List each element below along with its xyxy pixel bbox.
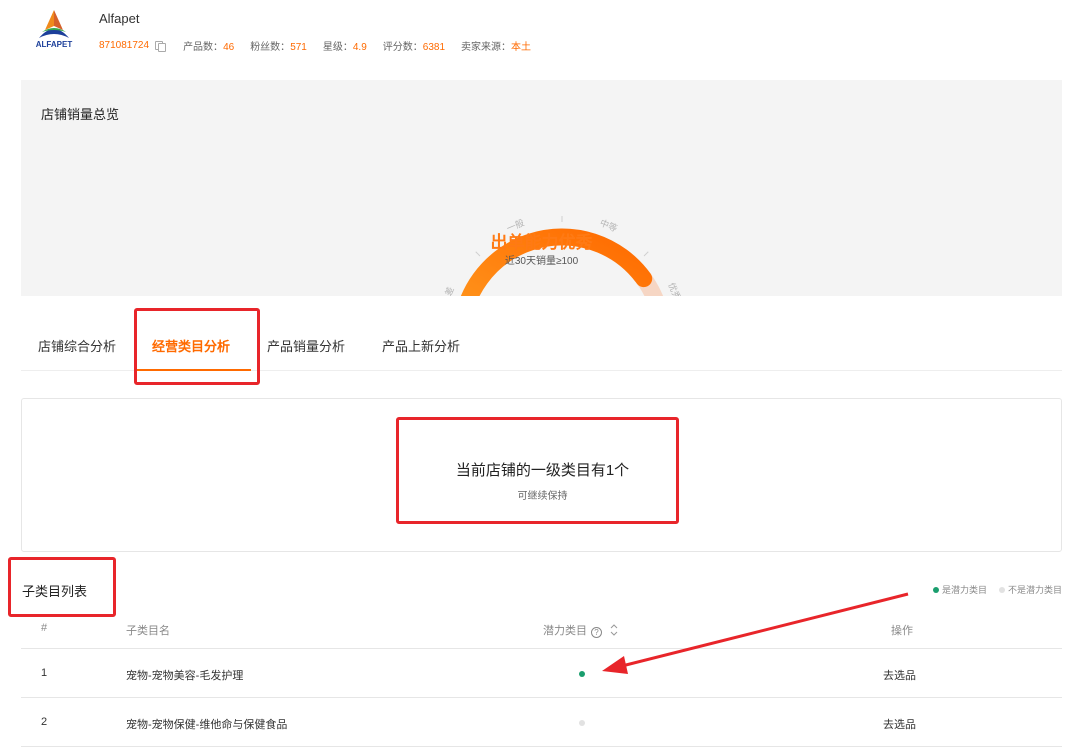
table-row: 1 宠物-宠物美容-毛发护理 去选品 bbox=[21, 649, 1062, 698]
potential-dot bbox=[579, 720, 585, 726]
stat-rating: 星级：4.9 bbox=[322, 42, 367, 53]
store-id: 871081724 bbox=[99, 40, 150, 51]
col-name: 子类目名 bbox=[126, 625, 170, 637]
subcategory-table: # 子类目名 潜力类目? 操作 1 宠物-宠物美容-毛发护理 去选品 2 宠物-… bbox=[21, 612, 1062, 747]
row-index: 2 bbox=[41, 716, 48, 728]
summary-sub-text: 可继续保持 bbox=[517, 491, 568, 502]
gauge-result: 出单能力优秀 bbox=[490, 233, 593, 252]
stat-followers: 粉丝数：571 bbox=[250, 42, 307, 53]
col-potential[interactable]: 潜力类目? bbox=[543, 622, 618, 639]
legend-dot-potential bbox=[932, 586, 939, 593]
active-tab-underline bbox=[137, 369, 251, 371]
gauge-segment-label: 差 bbox=[442, 285, 456, 296]
potential-dot bbox=[579, 671, 585, 677]
category-summary-card: 当前店铺的一级类目有1个 可继续保持 bbox=[21, 398, 1062, 552]
tab-store-overall[interactable]: 店铺综合分析 bbox=[38, 336, 116, 355]
potential-legend: 是潜力类目 不是潜力类目 bbox=[921, 583, 1062, 596]
tab-product-new[interactable]: 产品上新分析 bbox=[382, 336, 460, 355]
row-name: 宠物-宠物保健-维他命与保健食品 bbox=[126, 719, 288, 731]
table-row: 2 宠物-宠物保健-维他命与保健食品 去选品 bbox=[21, 698, 1062, 747]
row-potential-indicator bbox=[579, 671, 585, 677]
legend-potential: 是潜力类目 bbox=[932, 583, 987, 596]
stat-seller-origin: 卖家来源：本土 bbox=[461, 42, 532, 53]
legend-not-potential: 不是潜力类目 bbox=[998, 583, 1062, 596]
gauge-note: 近30天销量≥100 bbox=[504, 256, 579, 267]
table-header: # 子类目名 潜力类目? 操作 bbox=[21, 612, 1062, 649]
stat-products: 产品数：46 bbox=[183, 42, 235, 53]
logo-text: ALFAPET bbox=[35, 40, 73, 49]
go-select-button[interactable]: 去选品 bbox=[883, 716, 916, 732]
row-potential-indicator bbox=[579, 720, 585, 726]
legend-dot-not-potential bbox=[998, 586, 1005, 593]
summary-main-text: 当前店铺的一级类目有1个 bbox=[455, 462, 630, 479]
store-name: Alfapet bbox=[99, 11, 140, 26]
col-action: 操作 bbox=[891, 625, 913, 637]
sort-icon[interactable] bbox=[610, 624, 618, 639]
tab-category-analysis[interactable]: 经营类目分析 bbox=[152, 336, 230, 355]
row-index: 1 bbox=[41, 667, 48, 679]
row-name: 宠物-宠物美容-毛发护理 bbox=[126, 670, 244, 682]
gauge-segment-label: 优秀 bbox=[666, 281, 683, 296]
analysis-tabs: 店铺综合分析 经营类目分析 产品销量分析 产品上新分析 bbox=[21, 318, 1062, 371]
col-index: # bbox=[41, 622, 48, 634]
tab-product-sales[interactable]: 产品销量分析 bbox=[267, 336, 345, 355]
store-header: ALFAPET Alfapet 871081724 产品数：46 粉丝数：571… bbox=[0, 0, 1080, 70]
copy-icon[interactable] bbox=[154, 40, 167, 52]
store-meta: 871081724 产品数：46 粉丝数：571 星级：4.9 评分数：6381… bbox=[99, 38, 547, 53]
stat-review-count: 评分数：6381 bbox=[382, 42, 446, 53]
go-select-button[interactable]: 去选品 bbox=[883, 667, 916, 683]
store-logo: ALFAPET bbox=[32, 8, 76, 54]
sales-overview-panel: 店铺销量总览 差一般 中等 优秀 出单能力优秀 近30天销量≥100 bbox=[21, 80, 1062, 296]
help-icon[interactable]: ? bbox=[591, 627, 602, 638]
subcategory-list-title: 子类目列表 bbox=[22, 584, 88, 599]
